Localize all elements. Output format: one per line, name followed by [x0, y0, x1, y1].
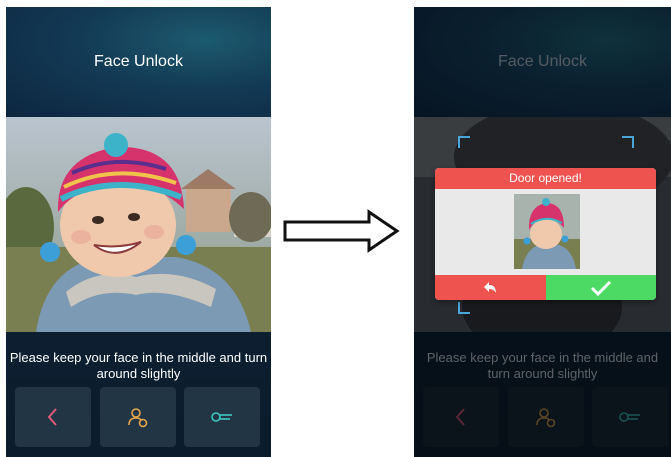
page-title: Face Unlock — [94, 53, 183, 70]
scan-frame-corner — [622, 136, 634, 148]
dialog-face-photo — [514, 194, 580, 269]
right-arrow-icon — [283, 209, 400, 253]
back-button[interactable] — [15, 387, 91, 447]
instruction-text: Please keep your face in the middle and … — [9, 350, 268, 381]
password-button[interactable] — [184, 387, 260, 447]
user-settings-icon — [128, 408, 148, 428]
dialog-back-button[interactable] — [435, 275, 546, 300]
chevron-left-icon — [47, 408, 57, 426]
key-icon — [211, 412, 232, 422]
face-photo — [6, 117, 271, 332]
face-enroll-button[interactable] — [100, 387, 176, 447]
undo-arrow-icon — [483, 281, 496, 293]
checkmark-icon — [590, 280, 612, 296]
face-unlock-screen-after: Face Unlock Please keep your face in the… — [414, 7, 671, 457]
face-unlock-screen-before: Face Unlock Please keep your face in the… — [6, 7, 271, 457]
scan-frame-corner — [458, 136, 470, 148]
door-opened-dialog: Door opened! — [435, 168, 656, 300]
scan-frame-corner — [458, 302, 470, 314]
dialog-title: Door opened! — [435, 168, 656, 189]
dialog-confirm-button[interactable] — [546, 275, 656, 300]
header: Face Unlock — [6, 7, 271, 117]
